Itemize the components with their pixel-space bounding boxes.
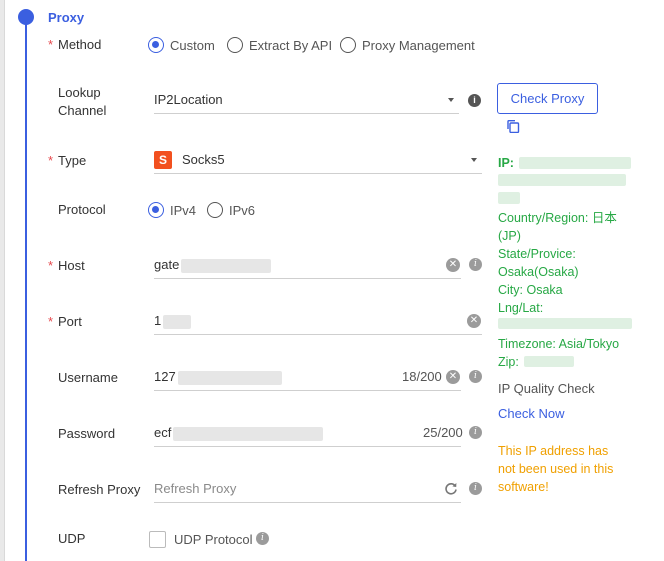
radio-icon xyxy=(340,37,356,53)
ip-warning-line2: not been used in this xyxy=(498,462,614,476)
radio-icon xyxy=(207,202,223,218)
method-option-label: Custom xyxy=(170,37,215,53)
password-input[interactable]: ecf 25/200 xyxy=(154,422,463,447)
port-input[interactable]: 1 xyxy=(154,310,482,335)
method-option-extract-by-api[interactable]: Extract By API xyxy=(227,37,332,53)
masked-ip xyxy=(519,157,631,169)
chevron-down-icon xyxy=(448,98,454,102)
lng-lat-label: Lng/Lat: xyxy=(498,301,544,315)
lookup-channel-label-line1: Lookup xyxy=(58,85,101,100)
refresh-proxy-placeholder: Refresh Proxy xyxy=(154,481,237,496)
host-label: Host xyxy=(58,258,85,273)
masked-text xyxy=(177,370,282,385)
radio-icon xyxy=(227,37,243,53)
host-input[interactable]: gate xyxy=(154,254,461,279)
lookup-channel-value: IP2Location xyxy=(154,92,223,107)
info-icon[interactable]: i xyxy=(256,532,269,545)
info-icon[interactable]: i xyxy=(469,258,482,271)
info-icon[interactable]: i xyxy=(469,426,482,439)
check-now-link[interactable]: Check Now xyxy=(498,405,564,423)
refresh-icon[interactable] xyxy=(444,481,458,495)
ip-warning-line1: This IP address has xyxy=(498,444,609,458)
ip-quality-check-label: IP Quality Check xyxy=(498,381,595,396)
info-icon[interactable]: i xyxy=(469,370,482,383)
password-label: Password xyxy=(58,426,116,441)
city: City: Osaka xyxy=(498,283,563,297)
type-label: Type xyxy=(58,153,87,168)
timezone: Timezone: Asia/Tokyo xyxy=(498,337,620,351)
host-value: gate xyxy=(154,257,272,273)
masked-zip xyxy=(524,356,574,367)
required-asterisk: * xyxy=(48,314,54,329)
refresh-proxy-input[interactable]: Refresh Proxy xyxy=(154,478,461,503)
username-char-counter: 18/200 xyxy=(402,369,442,384)
chevron-down-icon xyxy=(471,158,477,162)
clear-icon[interactable]: ✕ xyxy=(446,258,460,272)
required-asterisk: * xyxy=(48,153,54,168)
protocol-option-label: IPv6 xyxy=(229,202,256,218)
port-label: Port xyxy=(58,314,82,329)
password-char-counter: 25/200 xyxy=(423,425,463,440)
required-asterisk: * xyxy=(48,258,54,273)
protocol-label: Protocol xyxy=(58,202,106,217)
method-option-label: Proxy Management xyxy=(362,37,475,53)
username-value: 127 xyxy=(154,369,282,385)
ip-warning-line3: software! xyxy=(498,480,549,494)
masked-ip xyxy=(498,192,520,204)
country-code: (JP) xyxy=(498,229,521,243)
method-option-label: Extract By API xyxy=(249,37,333,53)
panel-left-border-inner xyxy=(4,0,5,561)
refresh-proxy-label: Refresh Proxy xyxy=(58,482,141,497)
type-value: Socks5 xyxy=(182,152,225,167)
clear-icon[interactable]: ✕ xyxy=(467,314,481,328)
method-option-proxy-management[interactable]: Proxy Management xyxy=(340,37,475,53)
masked-text xyxy=(181,258,272,273)
clear-icon[interactable]: ✕ xyxy=(446,370,460,384)
masked-text xyxy=(163,314,192,329)
protocol-option-ipv4[interactable]: IPv4 xyxy=(148,202,196,218)
info-icon[interactable]: i xyxy=(468,94,481,107)
protocol-option-label: IPv4 xyxy=(170,202,197,218)
radio-selected-icon xyxy=(148,37,164,53)
copy-icon[interactable] xyxy=(506,119,520,133)
lookup-channel-select[interactable]: IP2Location xyxy=(154,89,459,114)
udp-label: UDP xyxy=(58,531,86,546)
udp-checkbox-label: UDP Protocol xyxy=(174,532,253,547)
section-title: Proxy xyxy=(48,10,85,25)
state-label: State/Provice: xyxy=(498,247,576,261)
masked-coordinates xyxy=(498,318,632,329)
state-value: Osaka(Osaka) xyxy=(498,265,579,279)
info-icon[interactable]: i xyxy=(469,482,482,495)
method-label: Method xyxy=(58,37,102,52)
protocol-option-ipv6[interactable]: IPv6 xyxy=(207,202,255,218)
timeline-line xyxy=(25,18,27,561)
udp-checkbox[interactable] xyxy=(149,531,166,548)
username-label: Username xyxy=(58,370,118,385)
username-input[interactable]: 127 18/200 xyxy=(154,366,461,391)
check-proxy-button[interactable]: Check Proxy xyxy=(497,83,598,114)
masked-ip xyxy=(498,174,626,186)
method-option-custom[interactable]: Custom xyxy=(148,37,215,53)
lookup-channel-label-line2: Channel xyxy=(58,103,107,118)
country-region: Country/Region: 日本 xyxy=(498,211,617,225)
masked-text xyxy=(173,426,324,441)
password-value: ecf xyxy=(154,425,324,441)
timeline-dot xyxy=(18,9,34,25)
ip-label: IP: xyxy=(498,156,514,170)
radio-selected-icon xyxy=(148,202,164,218)
required-asterisk: * xyxy=(48,37,54,52)
port-value: 1 xyxy=(154,313,192,329)
zip-label: Zip: xyxy=(498,355,519,369)
socks5-icon: S xyxy=(154,151,172,169)
